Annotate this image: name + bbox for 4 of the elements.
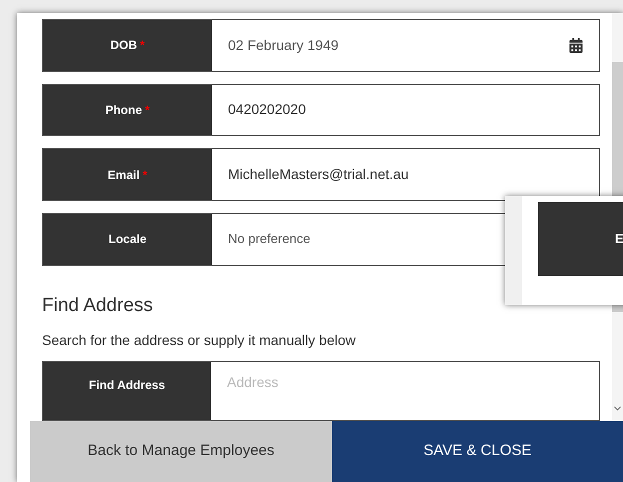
section-heading: Find Address [42, 294, 154, 318]
section-description: Search for the address or supply it manually below [42, 331, 357, 350]
back-button[interactable]: Back to Manage Employees [30, 421, 332, 482]
save-close-button[interactable]: SAVE & CLOSE [332, 421, 623, 482]
